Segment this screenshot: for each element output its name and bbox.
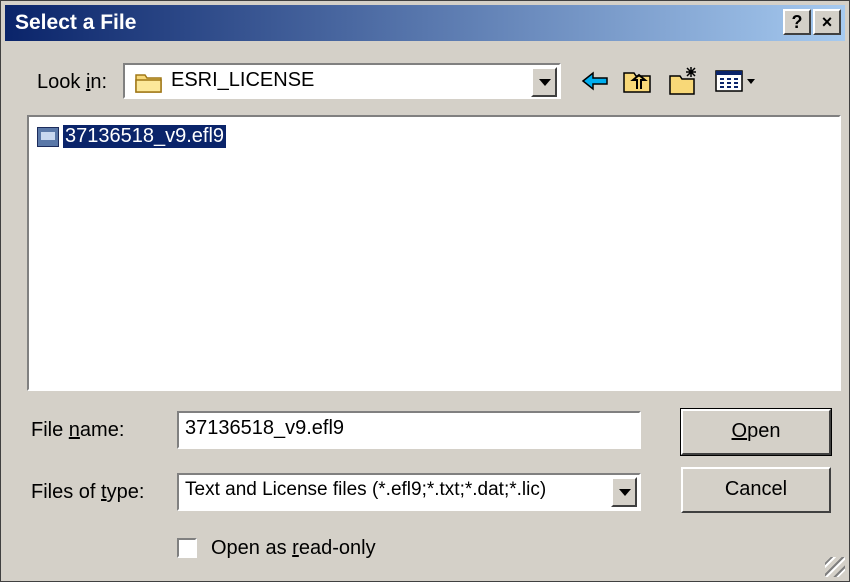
files-of-type-dropdown-button[interactable] xyxy=(611,477,637,507)
file-item[interactable]: 37136518_v9.efl9 xyxy=(37,124,228,149)
files-of-type-value: Text and License files (*.efl9;*.txt;*.d… xyxy=(185,479,547,500)
read-only-checkbox[interactable] xyxy=(177,538,197,558)
title-bar[interactable]: Select a File ? × xyxy=(5,5,845,41)
view-menu-icon[interactable] xyxy=(713,65,759,97)
look-in-combo[interactable]: ESRI_LICENSE xyxy=(123,63,561,99)
select-file-dialog: Select a File ? × Look in: ESRI_LICENSE xyxy=(0,0,850,582)
look-in-label: Look in: xyxy=(37,71,108,93)
file-name-value: 37136518_v9.efl9 xyxy=(185,417,345,439)
file-name-label: File name: xyxy=(31,419,125,441)
new-folder-icon[interactable] xyxy=(667,65,699,97)
file-name-input[interactable]: 37136518_v9.efl9 xyxy=(177,411,641,449)
close-button[interactable]: × xyxy=(813,9,841,35)
files-of-type-label: Files of type: xyxy=(31,481,145,503)
read-only-label[interactable]: Open as read-only xyxy=(211,537,376,560)
files-of-type-combo[interactable]: Text and License files (*.efl9;*.txt;*.d… xyxy=(177,473,641,511)
look-in-dropdown-button[interactable] xyxy=(531,67,557,97)
window-title: Select a File xyxy=(15,11,137,34)
back-arrow-icon[interactable] xyxy=(579,65,611,97)
help-button[interactable]: ? xyxy=(783,9,811,35)
file-item-name: 37136518_v9.efl9 xyxy=(61,124,228,149)
cancel-button[interactable]: Cancel xyxy=(681,467,831,513)
up-folder-icon[interactable] xyxy=(621,65,653,97)
folder-icon xyxy=(135,74,162,93)
open-button[interactable]: Open xyxy=(680,408,832,456)
resize-grip-icon[interactable] xyxy=(825,557,845,577)
license-file-icon xyxy=(37,126,59,147)
file-list[interactable]: 37136518_v9.efl9 xyxy=(27,115,841,391)
look-in-value: ESRI_LICENSE xyxy=(171,69,315,91)
